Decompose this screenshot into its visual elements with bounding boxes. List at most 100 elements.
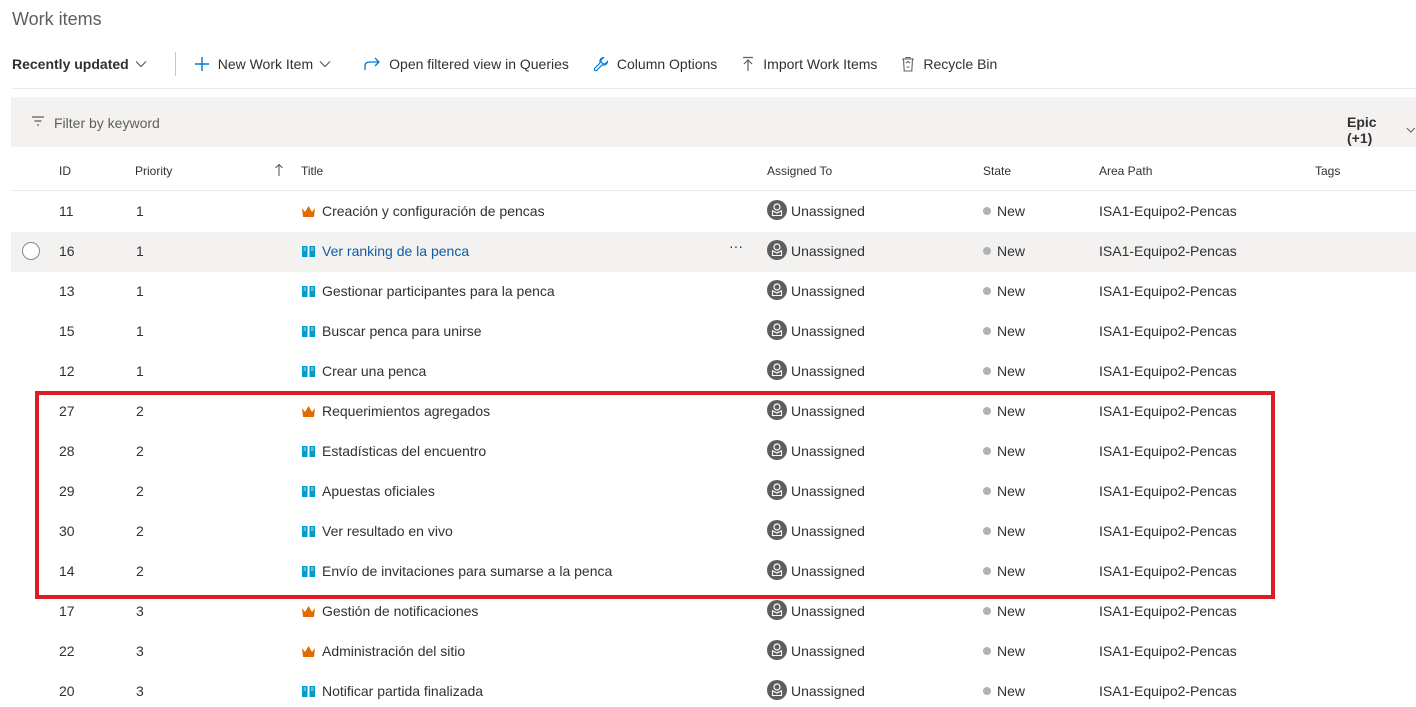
more-actions-button[interactable]: ···: [729, 238, 743, 254]
row-priority: 1: [136, 363, 144, 379]
column-header-id[interactable]: ID: [59, 164, 71, 178]
column-header-area-path[interactable]: Area Path: [1099, 164, 1152, 178]
table-row[interactable]: 27 2 Requerimientos agregados Unassigned New…: [11, 392, 1416, 432]
row-title-link[interactable]: Apuestas oficiales: [322, 483, 435, 499]
row-priority: 2: [136, 523, 144, 539]
table-row[interactable]: 12 1 Crear una penca Unassigned New ISA1-Equi…: [11, 352, 1416, 392]
toolbar: Recently updated New Work Item Open filt…: [12, 52, 1021, 76]
row-assigned-to: Unassigned: [767, 360, 865, 380]
crown-icon: [302, 645, 315, 657]
table-row[interactable]: 29 2 Apuestas oficiales Unassigned New ISA1-E…: [11, 472, 1416, 512]
row-state: New: [983, 403, 1025, 419]
table-row[interactable]: 13 1 Gestionar participantes para la penca…: [11, 272, 1416, 312]
row-state-label: New: [997, 443, 1026, 459]
plus-icon: [194, 57, 209, 71]
unassigned-avatar-icon: [767, 520, 787, 540]
row-title-link[interactable]: Ver resultado en vivo: [322, 523, 453, 539]
new-work-item-button[interactable]: New Work Item: [194, 56, 339, 72]
row-area-path: ISA1-Equipo2-Pencas: [1099, 403, 1237, 419]
row-title-link[interactable]: Ver ranking de la penca: [322, 243, 469, 259]
row-title-link[interactable]: Envío de invitaciones para sumarse a la …: [322, 563, 612, 579]
table-row[interactable]: 28 2 Estadísticas del encuentro Unassigned N…: [11, 432, 1416, 472]
unassigned-avatar-icon: [767, 360, 787, 380]
row-priority: 2: [136, 443, 144, 459]
table-row[interactable]: 30 2 Ver resultado en vivo Unassigned New ISA…: [11, 512, 1416, 552]
row-state-label: New: [997, 363, 1026, 379]
sort-ascending-icon: [275, 163, 283, 176]
column-options-button[interactable]: Column Options: [593, 56, 717, 72]
table-row[interactable]: 15 1 Buscar penca para unirse Unassigned New…: [11, 312, 1416, 352]
row-title-cell[interactable]: Ver resultado en vivo: [301, 523, 453, 539]
open-in-queries-label: Open filtered view in Queries: [389, 56, 569, 72]
view-selector-button[interactable]: Recently updated: [12, 56, 155, 72]
column-header-assigned-to[interactable]: Assigned To: [767, 164, 832, 178]
recycle-bin-icon: [902, 56, 915, 72]
page-title: Work items: [12, 9, 102, 29]
row-title-link[interactable]: Requerimientos agregados: [322, 403, 490, 419]
table-row[interactable]: 20 3 Notificar partida finalizada Unassigne…: [11, 672, 1416, 707]
row-area-path: ISA1-Equipo2-Pencas: [1099, 643, 1237, 659]
work-items-grid: 1 1 1 Creación y configuración de pencas Una…: [11, 192, 1416, 707]
unassigned-avatar-icon: [767, 680, 787, 700]
row-title-cell[interactable]: Notificar partida finalizada: [301, 683, 483, 699]
row-priority: 1: [136, 203, 144, 219]
open-in-queries-button[interactable]: Open filtered view in Queries: [363, 56, 569, 72]
row-priority: 2: [136, 563, 144, 579]
work-item-type-filter[interactable]: Epic (+1): [1347, 114, 1416, 146]
row-title-cell[interactable]: Administración del sitio: [301, 643, 465, 659]
row-title-link[interactable]: Crear una penca: [322, 363, 426, 379]
row-assigned-to: Unassigned: [767, 320, 865, 340]
column-header-state[interactable]: State: [983, 164, 1011, 178]
row-state: New: [983, 523, 1025, 539]
row-area-path: ISA1-Equipo2-Pencas: [1099, 683, 1237, 699]
row-priority: 1: [136, 283, 144, 299]
row-title-cell[interactable]: Gestión de notificaciones: [301, 603, 478, 619]
table-row[interactable]: 14 2 Envío de invitaciones para sumarse a …: [11, 552, 1416, 592]
row-assigned-label: Unassigned: [791, 283, 865, 299]
row-title-cell[interactable]: Buscar penca para unirse: [301, 323, 482, 339]
row-title-link[interactable]: Creación y configuración de pencas: [322, 203, 545, 219]
state-dot-icon: [983, 567, 991, 575]
table-row[interactable]: 17 3 Gestión de notificaciones Unassigned Ne…: [11, 592, 1416, 632]
row-title-cell[interactable]: Envío de invitaciones para sumarse a la …: [301, 563, 612, 579]
row-title-cell[interactable]: Gestionar participantes para la penca: [301, 283, 555, 299]
row-title-link[interactable]: Administración del sitio: [322, 643, 465, 659]
row-title-cell[interactable]: Crear una penca: [301, 363, 426, 379]
recycle-bin-button[interactable]: Recycle Bin: [901, 56, 997, 72]
row-assigned-label: Unassigned: [791, 603, 865, 619]
row-select-checkbox[interactable]: [22, 242, 40, 260]
table-row[interactable]: 11 1 Creación y configuración de pencas Una…: [11, 192, 1416, 232]
row-id: 17: [59, 603, 75, 619]
book-icon: [302, 245, 315, 257]
row-title-link[interactable]: Notificar partida finalizada: [322, 683, 483, 699]
row-area-path: ISA1-Equipo2-Pencas: [1099, 523, 1237, 539]
import-work-items-button[interactable]: Import Work Items: [741, 56, 877, 72]
row-id: 12: [59, 363, 75, 379]
column-header-tags[interactable]: Tags: [1315, 164, 1340, 178]
row-title-cell[interactable]: Requerimientos agregados: [301, 403, 490, 419]
row-state: New: [983, 443, 1025, 459]
row-title-cell[interactable]: Ver ranking de la penca: [301, 243, 469, 259]
row-priority: 3: [136, 683, 144, 699]
filter-keyword-input[interactable]: Filter by keyword: [54, 115, 160, 131]
column-header-title[interactable]: Title: [301, 164, 323, 178]
row-area-path: ISA1-Equipo2-Pencas: [1099, 363, 1237, 379]
row-title-link[interactable]: Gestionar participantes para la penca: [322, 283, 555, 299]
row-state: New: [983, 243, 1025, 259]
row-id: 22: [59, 643, 75, 659]
crown-icon: [302, 205, 315, 217]
table-row[interactable]: 16 1 Ver ranking de la penca ··· Unassigned N…: [11, 232, 1416, 272]
row-title-cell[interactable]: Apuestas oficiales: [301, 483, 435, 499]
row-title-cell[interactable]: Creación y configuración de pencas: [301, 203, 545, 219]
crown-icon: [302, 405, 315, 417]
row-area-path: ISA1-Equipo2-Pencas: [1099, 443, 1237, 459]
row-title-link[interactable]: Gestión de notificaciones: [322, 603, 478, 619]
row-state: New: [983, 683, 1025, 699]
column-header-priority[interactable]: Priority: [135, 164, 172, 178]
row-title-cell[interactable]: Estadísticas del encuentro: [301, 443, 486, 459]
row-title-link[interactable]: Buscar penca para unirse: [322, 323, 482, 339]
row-assigned-label: Unassigned: [791, 363, 865, 379]
row-title-link[interactable]: Estadísticas del encuentro: [322, 443, 486, 459]
row-assigned-label: Unassigned: [791, 323, 865, 339]
table-row[interactable]: 22 3 Administración del sitio Unassigned New…: [11, 632, 1416, 672]
